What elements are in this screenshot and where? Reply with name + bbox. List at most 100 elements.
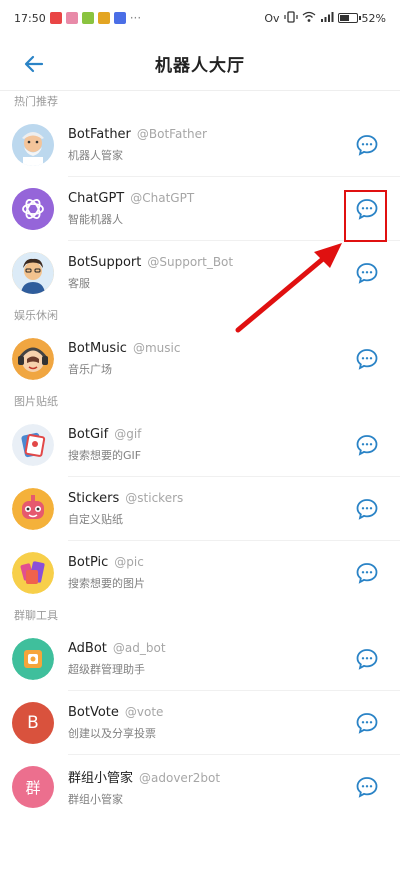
bot-text: BotPic @pic 搜索想要的图片 bbox=[68, 555, 352, 591]
vibrate-icon bbox=[283, 10, 298, 26]
bot-text: AdBot @ad_bot 超级群管理助手 bbox=[68, 641, 352, 677]
bot-row-stickers[interactable]: Stickers @stickers 自定义贴纸 bbox=[0, 477, 400, 541]
chat-button[interactable] bbox=[352, 494, 382, 524]
back-button[interactable] bbox=[18, 48, 50, 80]
avatar-botmusic bbox=[12, 338, 54, 380]
section-label-hot: 热门推荐 bbox=[14, 95, 58, 108]
bot-handle: @music bbox=[132, 341, 181, 355]
signal-icon bbox=[320, 11, 334, 26]
page-title: 机器人大厅 bbox=[155, 55, 245, 76]
bot-text: BotMusic @music 音乐广场 bbox=[68, 341, 352, 377]
notification-app-icon bbox=[65, 12, 78, 24]
bot-description: 音乐广场 bbox=[68, 363, 112, 376]
bot-description: 搜索想要的图片 bbox=[68, 577, 145, 590]
bot-name: 群组小管家 bbox=[68, 771, 134, 786]
bot-handle: @gif bbox=[114, 427, 142, 441]
chat-button[interactable] bbox=[352, 430, 382, 460]
bot-row-botfather[interactable]: BotFather @BotFather 机器人管家 bbox=[0, 113, 400, 177]
avatar-botfather bbox=[12, 124, 54, 166]
chat-bubble-icon bbox=[356, 777, 378, 798]
notification-app-icon bbox=[113, 12, 126, 24]
avatar-group-manager: 群 bbox=[12, 766, 54, 808]
bot-handle: @adover2bot bbox=[139, 771, 221, 785]
bot-name: BotVote bbox=[68, 705, 119, 720]
bot-text: BotSupport @Support_Bot 客服 bbox=[68, 255, 352, 291]
bot-handle: @BotFather bbox=[136, 127, 207, 141]
bot-handle: @Support_Bot bbox=[147, 255, 234, 269]
bot-text: BotFather @BotFather 机器人管家 bbox=[68, 127, 352, 163]
bot-handle: @pic bbox=[114, 555, 144, 569]
chat-button[interactable] bbox=[352, 772, 382, 802]
avatar-botsupport bbox=[12, 252, 54, 294]
bot-row-botsupport[interactable]: BotSupport @Support_Bot 客服 bbox=[0, 241, 400, 305]
avatar-chatgpt bbox=[12, 188, 54, 230]
battery-level: 52% bbox=[361, 11, 386, 25]
bot-row-botgif[interactable]: BotGif @gif 搜索想要的GIF bbox=[0, 413, 400, 477]
avatar-botpic bbox=[12, 552, 54, 594]
bot-description: 群组小管家 bbox=[68, 793, 123, 806]
wifi-icon bbox=[302, 11, 316, 26]
bot-text: BotGif @gif 搜索想要的GIF bbox=[68, 427, 352, 463]
bot-name: Stickers bbox=[68, 491, 120, 506]
avatar-botgif bbox=[12, 424, 54, 466]
avatar-adbot bbox=[12, 638, 54, 680]
bot-row-botpic[interactable]: BotPic @pic 搜索想要的图片 bbox=[0, 541, 400, 605]
bot-handle: @stickers bbox=[125, 491, 184, 505]
status-time: 17:50 bbox=[14, 11, 46, 25]
bot-name: ChatGPT bbox=[68, 191, 125, 206]
bot-text: Stickers @stickers 自定义贴纸 bbox=[68, 491, 352, 527]
chat-button[interactable] bbox=[352, 130, 382, 160]
bot-name: AdBot bbox=[68, 641, 107, 656]
chat-button[interactable] bbox=[352, 708, 382, 738]
bot-text: ChatGPT @ChatGPT 智能机器人 bbox=[68, 191, 352, 227]
chat-button[interactable] bbox=[352, 558, 382, 588]
notification-app-icon bbox=[97, 12, 110, 24]
section-label-entertainment: 娱乐休闲 bbox=[14, 309, 58, 322]
bot-row-adbot[interactable]: AdBot @ad_bot 超级群管理助手 bbox=[0, 627, 400, 691]
bot-description: 搜索想要的GIF bbox=[68, 449, 142, 462]
chat-button[interactable] bbox=[352, 644, 382, 674]
chat-bubble-icon bbox=[356, 349, 378, 370]
chat-bubble-icon bbox=[356, 649, 378, 670]
chat-bubble-icon bbox=[356, 563, 378, 584]
header: 机器人大厅 bbox=[0, 36, 400, 90]
bot-row-group-manager[interactable]: 群 群组小管家 @adover2bot 群组小管家 bbox=[0, 755, 400, 819]
bot-row-chatgpt[interactable]: ChatGPT @ChatGPT 智能机器人 bbox=[0, 177, 400, 241]
notification-app-icon bbox=[49, 12, 62, 24]
bot-name: BotGif bbox=[68, 427, 109, 442]
bot-row-botmusic[interactable]: BotMusic @music 音乐广场 bbox=[0, 327, 400, 391]
bot-description: 机器人管家 bbox=[68, 149, 123, 162]
battery-icon bbox=[337, 13, 361, 23]
section-label-images: 图片贴纸 bbox=[14, 395, 58, 408]
status-bar: 17:50 ··· Ov 52% bbox=[0, 0, 400, 36]
chat-bubble-icon bbox=[356, 499, 378, 520]
network-indicator: Ov bbox=[264, 11, 280, 25]
bot-name: BotSupport bbox=[68, 255, 142, 270]
bot-description: 智能机器人 bbox=[68, 213, 123, 226]
bot-handle: @vote bbox=[124, 705, 164, 719]
bot-description: 创建以及分享投票 bbox=[68, 727, 156, 740]
chat-button[interactable] bbox=[352, 258, 382, 288]
avatar-botvote: B bbox=[12, 702, 54, 744]
chat-button[interactable] bbox=[352, 344, 382, 374]
bot-description: 客服 bbox=[68, 277, 90, 290]
bot-list: 热门推荐 BotFather @BotFather 机器人管家 ChatGPT … bbox=[0, 91, 400, 819]
chat-bubble-icon bbox=[356, 135, 378, 156]
status-right: Ov 52% bbox=[264, 10, 386, 26]
status-left: 17:50 ··· bbox=[14, 11, 141, 25]
chat-bubble-icon bbox=[356, 263, 378, 284]
notification-app-icon bbox=[81, 12, 94, 24]
bot-handle: @ChatGPT bbox=[130, 191, 195, 205]
bot-row-botvote[interactable]: B BotVote @vote 创建以及分享投票 bbox=[0, 691, 400, 755]
annotation-highlight-box bbox=[344, 190, 387, 242]
section-label-group-tools: 群聊工具 bbox=[14, 609, 58, 622]
bot-name: BotMusic bbox=[68, 341, 127, 356]
bot-name: BotFather bbox=[68, 127, 131, 142]
chat-bubble-icon bbox=[356, 435, 378, 456]
bot-description: 自定义贴纸 bbox=[68, 513, 123, 526]
more-notifications-icon: ··· bbox=[129, 11, 142, 25]
chat-bubble-icon bbox=[356, 713, 378, 734]
bot-text: 群组小管家 @adover2bot 群组小管家 bbox=[68, 767, 352, 807]
avatar-stickers bbox=[12, 488, 54, 530]
bot-description: 超级群管理助手 bbox=[68, 663, 145, 676]
